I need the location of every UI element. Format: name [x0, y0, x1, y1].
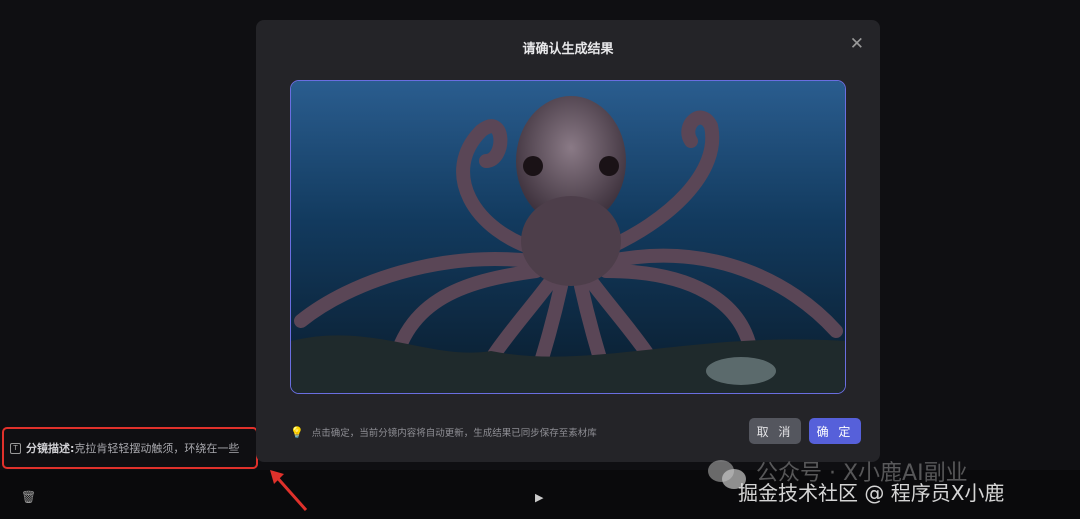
confirm-button[interactable]: 确 定: [809, 418, 861, 444]
play-icon[interactable]: ▶: [535, 491, 543, 504]
watermark-juejin: 掘金技术社区 @ 程序员X小鹿: [738, 481, 1005, 505]
annotation-arrow-icon: [270, 470, 308, 511]
dialog-title: 请确认生成结果: [522, 42, 614, 57]
confirm-result-dialog: 请确认生成结果 ✕ 💡 点击确定，当前分镜内容将自动更新，生成结果已同步保存至素…: [256, 20, 880, 462]
close-icon[interactable]: ✕: [850, 34, 864, 54]
storyboard-description[interactable]: T 分镜描述: 克拉肯轻轻摆动触须，环绕在一些: [2, 427, 258, 469]
hint-text: 💡 点击确定，当前分镜内容将自动更新，生成结果已同步保存至素材库: [290, 425, 597, 440]
trash-icon[interactable]: 🗑: [21, 490, 36, 504]
description-label: 分镜描述:: [26, 442, 75, 455]
generated-image: [290, 80, 846, 394]
hint-message: 点击确定，当前分镜内容将自动更新，生成结果已同步保存至素材库: [311, 428, 597, 439]
text-icon: T: [10, 442, 21, 454]
cancel-button[interactable]: 取 消: [749, 418, 801, 444]
description-text: 克拉肯轻轻摆动触须，环绕在一些: [74, 442, 240, 455]
lightbulb-icon: 💡: [290, 425, 304, 439]
